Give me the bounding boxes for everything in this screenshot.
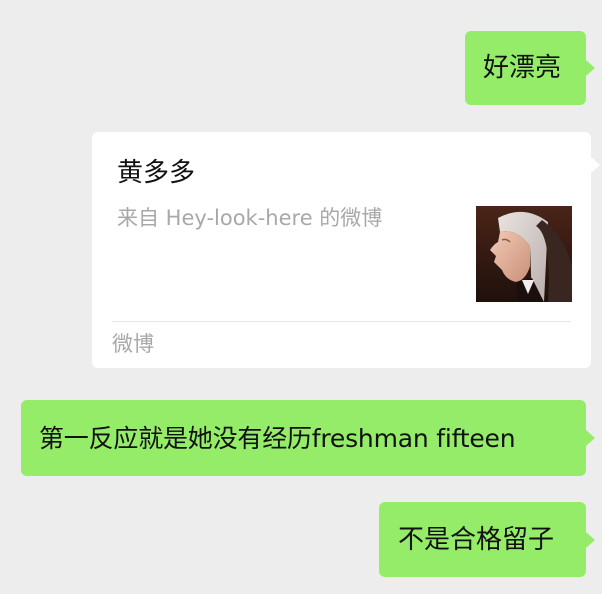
card-description: 来自 Hey-look-here 的微博 — [117, 206, 383, 230]
card-title: 黄多多 — [117, 158, 196, 188]
message-text: 不是合格留子 — [398, 524, 555, 555]
shared-link-card[interactable]: 黄多多 来自 Hey-look-here 的微博 微博 — [92, 132, 600, 368]
message-text: 好漂亮 — [483, 53, 562, 83]
card-source-label: 微博 — [112, 332, 154, 356]
bubble-tail — [586, 60, 595, 76]
bubble-tail — [586, 531, 595, 548]
card-thumbnail — [476, 206, 572, 302]
card-divider — [112, 321, 571, 322]
chat-bubble-outgoing[interactable]: 第一反应就是她没有经历freshman fifteen — [21, 400, 595, 476]
portrait-thumbnail-image — [476, 206, 572, 302]
bubble-tail — [591, 157, 600, 173]
chat-bubble-outgoing[interactable]: 好漂亮 — [465, 31, 595, 105]
bubble-tail — [586, 430, 595, 446]
chat-bubble-outgoing[interactable]: 不是合格留子 — [379, 502, 595, 577]
message-text: 第一反应就是她没有经历freshman fifteen — [39, 423, 516, 453]
